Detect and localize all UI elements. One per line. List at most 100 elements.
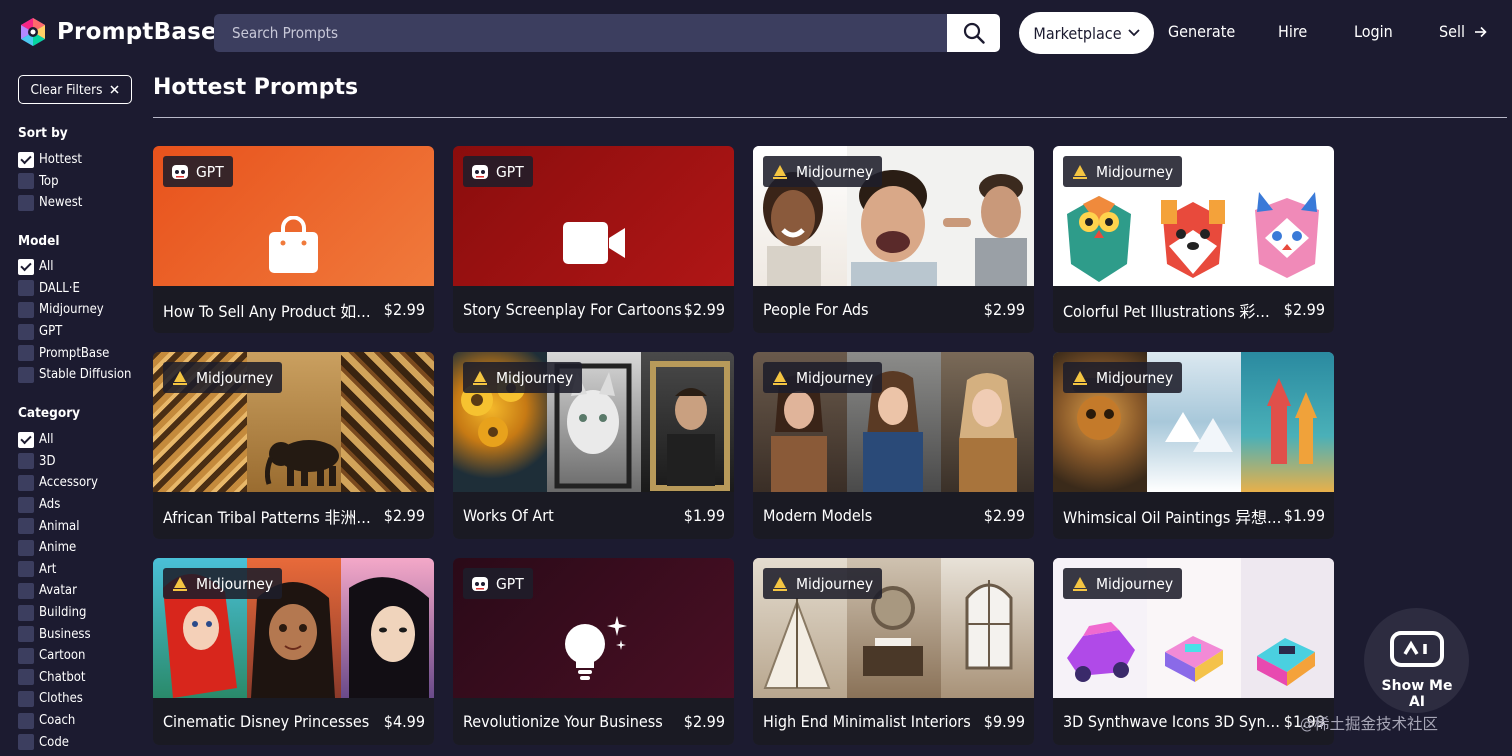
prompt-card[interactable]: Midjourney Colorful Pet Illustrations 彩色… (1053, 146, 1334, 333)
prompt-card[interactable]: Midjourney People For Ads $2.99 (753, 146, 1034, 333)
category-heading: Category (18, 405, 81, 421)
model-badge-label: GPT (496, 574, 524, 593)
gpt-robot-icon (172, 164, 188, 179)
checkbox[interactable] (18, 151, 34, 168)
nav-generate-link[interactable]: Generate (1168, 22, 1235, 41)
sort-options-list: Hottest Top Newest (18, 149, 82, 214)
model-badge: GPT (163, 156, 233, 187)
prompt-card[interactable]: Midjourney Works Of Art $1.99 (453, 352, 734, 539)
nav-login-link[interactable]: Login (1354, 22, 1393, 41)
checkbox[interactable] (18, 582, 34, 599)
category-option-art[interactable]: Art (18, 559, 98, 581)
model-badge-label: Midjourney (196, 574, 274, 593)
nav-sell-link[interactable]: Sell (1439, 22, 1487, 41)
midjourney-sailboat-icon (1073, 370, 1087, 385)
checkbox[interactable] (18, 366, 34, 383)
checkbox[interactable] (18, 474, 34, 491)
sort-option-top[interactable]: Top (18, 171, 82, 193)
model-options-list: All DALL·E Midjourney GPT PromptBase Sta… (18, 256, 131, 386)
category-option-chatbot[interactable]: Chatbot (18, 667, 98, 689)
category-option-coach[interactable]: Coach (18, 710, 98, 732)
model-option-all[interactable]: All (18, 256, 131, 278)
prompt-card[interactable]: GPT How To Sell Any Product 如何卖出任何产品 $2.… (153, 146, 434, 333)
prompt-card[interactable]: Midjourney High End Minimalist Interiors… (753, 558, 1034, 745)
checkbox[interactable] (18, 496, 34, 513)
prompt-title: Modern Models (763, 506, 873, 525)
checkbox[interactable] (18, 280, 34, 297)
category-option-ads[interactable]: Ads (18, 494, 98, 516)
prompt-card[interactable]: Midjourney Whimsical Oil Paintings 异想天开的… (1053, 352, 1334, 539)
prompt-price: $9.99 (983, 712, 1025, 731)
checkbox[interactable] (18, 561, 34, 578)
prompt-card[interactable]: Midjourney Modern Models $2.99 (753, 352, 1034, 539)
model-option-midjourney[interactable]: Midjourney (18, 299, 131, 321)
model-option-gpt[interactable]: GPT (18, 321, 131, 343)
prompt-title: High End Minimalist Interiors (763, 712, 971, 731)
midjourney-sailboat-icon (1073, 576, 1087, 591)
prompt-title: Whimsical Oil Paintings 异想天开的油画 (1063, 507, 1282, 527)
chevron-down-icon (1127, 29, 1140, 37)
search-bar (214, 14, 1000, 52)
nav-hire-link[interactable]: Hire (1278, 22, 1307, 41)
prompt-price: $1.99 (683, 506, 725, 525)
prompt-price: $1.99 (1283, 506, 1325, 525)
prompt-card[interactable]: Midjourney 3D Synthwave Icons 3D Synthwa… (1053, 558, 1334, 745)
prompt-card[interactable]: GPT Revolutionize Your Business $2.99 (453, 558, 734, 745)
checkbox[interactable] (18, 734, 34, 751)
prompt-price: $2.99 (383, 506, 425, 525)
marketplace-dropdown[interactable]: Marketplace (1019, 12, 1154, 54)
checkbox[interactable] (18, 194, 34, 211)
title-divider (153, 117, 1507, 118)
checkbox[interactable] (18, 604, 34, 621)
checkbox[interactable] (18, 712, 34, 729)
checkbox[interactable] (18, 539, 34, 556)
model-option-stable-diffusion[interactable]: Stable Diffusion (18, 364, 131, 386)
checkbox[interactable] (18, 690, 34, 707)
checkbox[interactable] (18, 518, 34, 535)
prompt-price: $2.99 (1283, 300, 1325, 319)
sort-by-heading: Sort by (18, 125, 68, 141)
elephant-illustration (265, 440, 339, 486)
category-option-3d[interactable]: 3D (18, 451, 98, 473)
prompt-card[interactable]: Midjourney Cinematic Disney Princesses $… (153, 558, 434, 745)
checkbox[interactable] (18, 431, 34, 448)
checkbox[interactable] (18, 669, 34, 686)
checkbox[interactable] (18, 301, 34, 318)
sort-option-newest[interactable]: Newest (18, 192, 82, 214)
checkbox[interactable] (18, 173, 34, 190)
checkbox[interactable] (18, 345, 34, 362)
category-option-clothes[interactable]: Clothes (18, 688, 98, 710)
clear-filters-button[interactable]: Clear Filters (18, 75, 132, 104)
search-button[interactable] (947, 14, 1000, 52)
category-option-avatar[interactable]: Avatar (18, 580, 98, 602)
prompt-card[interactable]: Midjourney African Tribal Patterns 非洲部落图… (153, 352, 434, 539)
promptbase-logo-icon (21, 18, 45, 46)
prompt-info-bar: Whimsical Oil Paintings 异想天开的油画 $1.99 (1053, 492, 1334, 539)
checkbox[interactable] (18, 647, 34, 664)
category-option-business[interactable]: Business (18, 623, 98, 645)
category-option-all[interactable]: All (18, 429, 98, 451)
category-option-accessory[interactable]: Accessory (18, 472, 98, 494)
checkbox[interactable] (18, 323, 34, 340)
model-badge-label: Midjourney (796, 574, 874, 593)
prompt-card[interactable]: GPT Story Screenplay For Cartoons $2.99 (453, 146, 734, 333)
category-option-anime[interactable]: Anime (18, 537, 98, 559)
search-input[interactable] (214, 14, 947, 52)
midjourney-sailboat-icon (173, 370, 187, 385)
model-badge: Midjourney (1063, 568, 1183, 599)
category-option-building[interactable]: Building (18, 602, 98, 624)
checkbox[interactable] (18, 453, 34, 470)
model-option-dalle[interactable]: DALL·E (18, 278, 131, 300)
checkbox[interactable] (18, 626, 34, 643)
brand-logo[interactable]: PromptBase (18, 17, 217, 47)
midjourney-sailboat-icon (773, 164, 787, 179)
prompt-info-bar: People For Ads $2.99 (753, 286, 1034, 333)
checkbox[interactable] (18, 258, 34, 275)
category-option-cartoon[interactable]: Cartoon (18, 645, 98, 667)
model-option-promptbase[interactable]: PromptBase (18, 342, 131, 364)
category-option-animal[interactable]: Animal (18, 515, 98, 537)
midjourney-sailboat-icon (1073, 164, 1087, 179)
category-option-code[interactable]: Code (18, 731, 98, 753)
sort-option-hottest[interactable]: Hottest (18, 149, 82, 171)
prompt-title: How To Sell Any Product 如何卖出任何产品 (163, 301, 382, 321)
